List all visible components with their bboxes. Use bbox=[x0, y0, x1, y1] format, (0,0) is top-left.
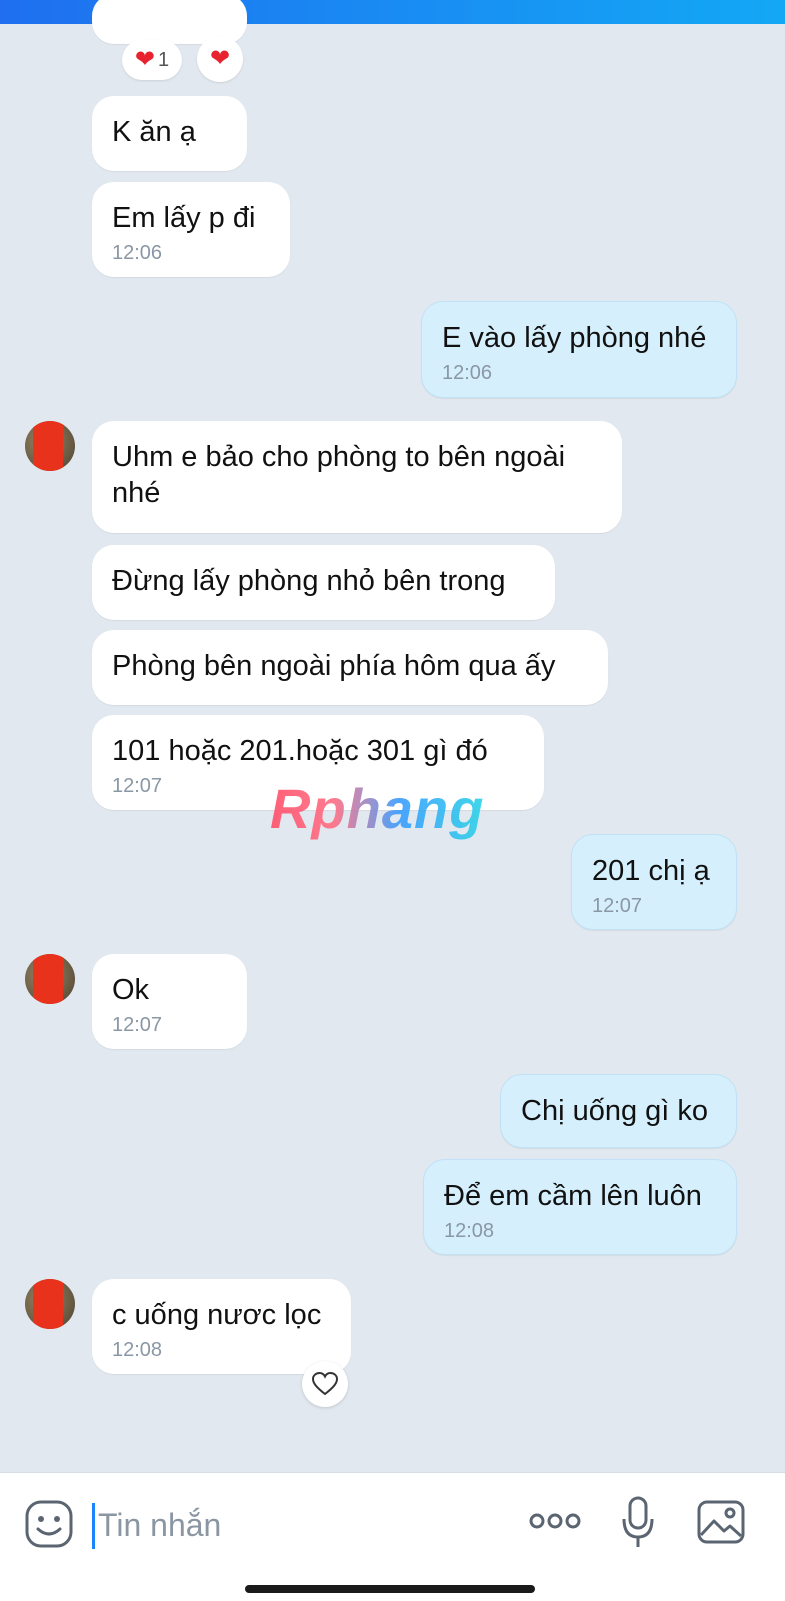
message-text: Ok bbox=[112, 974, 150, 1006]
more-icon[interactable] bbox=[528, 1511, 582, 1531]
like-button[interactable] bbox=[302, 1361, 348, 1407]
heart-icon: ❤ bbox=[134, 46, 155, 73]
message-bubble[interactable]: Phòng bên ngoài phía hôm qua ấy bbox=[92, 630, 608, 705]
watermark-logo: Rphang bbox=[270, 777, 485, 840]
message-bubble[interactable]: Ok 12:07 bbox=[92, 954, 247, 1049]
message-bubble[interactable]: Chị uống gì ko bbox=[500, 1074, 737, 1148]
message-text: Chị uống gì ko bbox=[521, 1095, 709, 1127]
text-caret bbox=[92, 1503, 95, 1549]
message-bubble[interactable]: 201 chị ạ 12:07 bbox=[571, 834, 737, 930]
message-time: 12:07 bbox=[592, 895, 643, 917]
message-bubble[interactable]: Uhm e bảo cho phòng to bên ngoài nhé bbox=[92, 421, 622, 533]
message-time: 12:06 bbox=[112, 242, 163, 264]
chat-area[interactable]: ❤ 1 ❤ K ăn ạ Em lấy p đi 12:06 E vào lấy… bbox=[0, 0, 785, 1472]
home-indicator bbox=[245, 1585, 535, 1593]
avatar[interactable] bbox=[25, 421, 75, 471]
heart-icon: ❤ bbox=[209, 45, 231, 72]
message-text: Uhm e bảo cho phòng to bên ngoài nhé bbox=[112, 441, 566, 509]
message-text: Phòng bên ngoài phía hôm qua ấy bbox=[112, 650, 556, 682]
message-bubble[interactable]: E vào lấy phòng nhé 12:06 bbox=[421, 301, 737, 398]
avatar[interactable] bbox=[25, 1279, 75, 1329]
like-heart-icon bbox=[312, 1372, 338, 1396]
message-bubble[interactable]: Em lấy p đi 12:06 bbox=[92, 182, 290, 277]
message-bubble[interactable]: Để em cầm lên luôn 12:08 bbox=[423, 1159, 737, 1255]
message-text: Để em cầm lên luôn bbox=[444, 1180, 702, 1212]
message-bubble[interactable]: K ăn ạ bbox=[92, 96, 247, 171]
avatar[interactable] bbox=[25, 954, 75, 1004]
message-text: c uống nươc lọc bbox=[112, 1299, 322, 1331]
reaction-count: 1 bbox=[157, 48, 170, 71]
sticker-icon[interactable] bbox=[24, 1499, 74, 1549]
microphone-icon[interactable] bbox=[620, 1495, 656, 1551]
react-button[interactable]: ❤ bbox=[197, 36, 243, 82]
message-bubble[interactable]: Đừng lấy phòng nhỏ bên trong bbox=[92, 545, 555, 620]
message-text: Đừng lấy phòng nhỏ bên trong bbox=[112, 565, 506, 597]
reaction-badge[interactable]: ❤ 1 bbox=[122, 40, 182, 80]
message-text: 101 hoặc 201.hoặc 301 gì đó bbox=[112, 735, 488, 767]
message-input[interactable]: Tin nhắn bbox=[98, 1507, 221, 1544]
message-text: E vào lấy phòng nhé bbox=[442, 322, 707, 354]
message-time: 12:08 bbox=[444, 1220, 495, 1242]
message-text: K ăn ạ bbox=[112, 116, 196, 148]
message-time: 12:07 bbox=[112, 1014, 163, 1036]
message-time: 12:08 bbox=[112, 1339, 163, 1361]
message-time: 12:06 bbox=[442, 362, 493, 384]
message-input-bar: Tin nhắn bbox=[0, 1472, 785, 1601]
message-text: Em lấy p đi bbox=[112, 202, 256, 234]
image-icon[interactable] bbox=[696, 1499, 746, 1545]
message-bubble[interactable]: c uống nươc lọc 12:08 bbox=[92, 1279, 351, 1374]
message-text: 201 chị ạ bbox=[592, 855, 710, 887]
